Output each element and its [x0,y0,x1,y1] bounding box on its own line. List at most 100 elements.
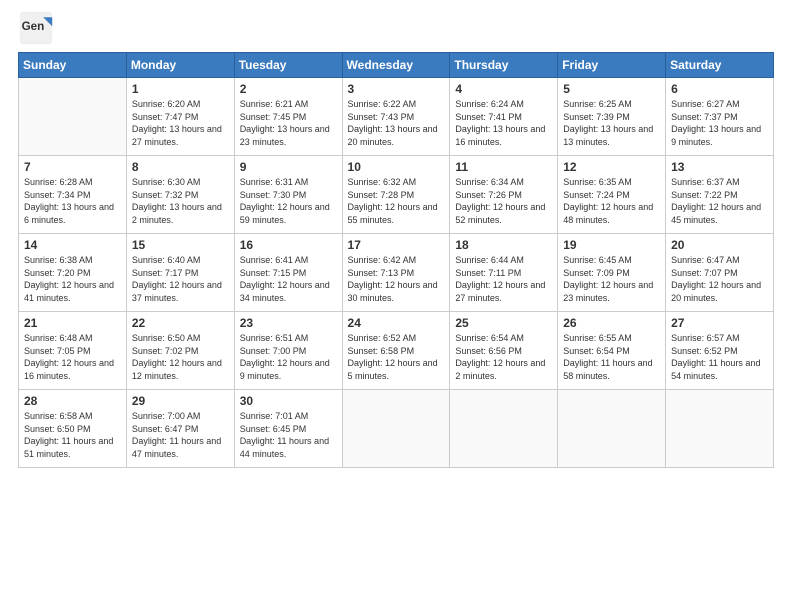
day-info: Sunrise: 6:42 AM Sunset: 7:13 PM Dayligh… [348,254,445,304]
day-info: Sunrise: 6:24 AM Sunset: 7:41 PM Dayligh… [455,98,552,148]
day-cell-25: 25Sunrise: 6:54 AM Sunset: 6:56 PM Dayli… [450,312,558,390]
day-number: 2 [240,82,337,96]
empty-cell [558,390,666,468]
day-number: 11 [455,160,552,174]
day-cell-15: 15Sunrise: 6:40 AM Sunset: 7:17 PM Dayli… [126,234,234,312]
empty-cell [666,390,774,468]
day-info: Sunrise: 6:38 AM Sunset: 7:20 PM Dayligh… [24,254,121,304]
day-info: Sunrise: 6:30 AM Sunset: 7:32 PM Dayligh… [132,176,229,226]
day-cell-2: 2 Sunrise: 6:21 AM Sunset: 7:45 PM Daylig… [234,78,342,156]
week-row-2: 7 Sunrise: 6:28 AM Sunset: 7:34 PM Daylig… [19,156,774,234]
day-info: Sunrise: 6:22 AM Sunset: 7:43 PM Dayligh… [348,98,445,148]
week-row-1: 1Sunrise: 6:20 AM Sunset: 7:47 PM Daylig… [19,78,774,156]
day-number: 23 [240,316,337,330]
week-row-4: 21 Sunrise: 6:48 AM Sunset: 7:05 PM Dayli… [19,312,774,390]
day-cell-12: 12 Sunrise: 6:35 AM Sunset: 7:24 PM Dayli… [558,156,666,234]
day-number: 20 [671,238,768,252]
day-number: 26 [563,316,660,330]
day-info: Sunrise: 6:32 AM Sunset: 7:28 PM Dayligh… [348,176,445,226]
day-info: Sunrise: 6:52 AM Sunset: 6:58 PM Dayligh… [348,332,445,382]
empty-cell [19,78,127,156]
day-cell-11: 11 Sunrise: 6:34 AM Sunset: 7:26 PM Dayli… [450,156,558,234]
day-info: Sunrise: 6:48 AM Sunset: 7:05 PM Dayligh… [24,332,121,382]
day-number: 3 [348,82,445,96]
weekday-sunday: Sunday [19,53,127,78]
day-number: 30 [240,394,337,408]
day-cell-21: 21 Sunrise: 6:48 AM Sunset: 7:05 PM Dayli… [19,312,127,390]
day-number: 6 [671,82,768,96]
week-row-3: 14Sunrise: 6:38 AM Sunset: 7:20 PM Dayli… [19,234,774,312]
empty-cell [342,390,450,468]
day-number: 17 [348,238,445,252]
day-info: Sunrise: 6:45 AM Sunset: 7:09 PM Dayligh… [563,254,660,304]
day-info: Sunrise: 6:25 AM Sunset: 7:39 PM Dayligh… [563,98,660,148]
day-number: 8 [132,160,229,174]
day-number: 16 [240,238,337,252]
day-number: 12 [563,160,660,174]
day-number: 10 [348,160,445,174]
day-cell-14: 14Sunrise: 6:38 AM Sunset: 7:20 PM Dayli… [19,234,127,312]
day-number: 15 [132,238,229,252]
day-number: 29 [132,394,229,408]
svg-text:Gen: Gen [22,20,45,33]
day-number: 5 [563,82,660,96]
day-info: Sunrise: 6:37 AM Sunset: 7:22 PM Dayligh… [671,176,768,226]
day-info: Sunrise: 6:20 AM Sunset: 7:47 PM Dayligh… [132,98,229,148]
day-cell-16: 16Sunrise: 6:41 AM Sunset: 7:15 PM Dayli… [234,234,342,312]
day-cell-10: 10 Sunrise: 6:32 AM Sunset: 7:28 PM Dayli… [342,156,450,234]
day-info: Sunrise: 6:35 AM Sunset: 7:24 PM Dayligh… [563,176,660,226]
header: Gen [18,10,774,46]
weekday-monday: Monday [126,53,234,78]
day-cell-20: 20 Sunrise: 6:47 AM Sunset: 7:07 PM Dayli… [666,234,774,312]
day-cell-19: 19 Sunrise: 6:45 AM Sunset: 7:09 PM Dayli… [558,234,666,312]
weekday-saturday: Saturday [666,53,774,78]
logo-icon: Gen [18,10,54,46]
day-number: 9 [240,160,337,174]
page: Gen SundayMondayTuesdayWednesdayThursday… [0,0,792,612]
day-cell-28: 28 Sunrise: 6:58 AM Sunset: 6:50 PM Dayli… [19,390,127,468]
day-number: 24 [348,316,445,330]
day-cell-7: 7 Sunrise: 6:28 AM Sunset: 7:34 PM Daylig… [19,156,127,234]
day-cell-26: 26 Sunrise: 6:55 AM Sunset: 6:54 PM Dayli… [558,312,666,390]
day-info: Sunrise: 6:31 AM Sunset: 7:30 PM Dayligh… [240,176,337,226]
weekday-header-row: SundayMondayTuesdayWednesdayThursdayFrid… [19,53,774,78]
day-info: Sunrise: 6:27 AM Sunset: 7:37 PM Dayligh… [671,98,768,148]
day-cell-18: 18 Sunrise: 6:44 AM Sunset: 7:11 PM Dayli… [450,234,558,312]
day-info: Sunrise: 6:47 AM Sunset: 7:07 PM Dayligh… [671,254,768,304]
day-cell-22: 22Sunrise: 6:50 AM Sunset: 7:02 PM Dayli… [126,312,234,390]
day-info: Sunrise: 6:34 AM Sunset: 7:26 PM Dayligh… [455,176,552,226]
day-info: Sunrise: 6:44 AM Sunset: 7:11 PM Dayligh… [455,254,552,304]
logo: Gen [18,10,58,46]
day-cell-24: 24 Sunrise: 6:52 AM Sunset: 6:58 PM Dayli… [342,312,450,390]
day-cell-8: 8 Sunrise: 6:30 AM Sunset: 7:32 PM Daylig… [126,156,234,234]
day-info: Sunrise: 6:57 AM Sunset: 6:52 PM Dayligh… [671,332,768,382]
day-number: 28 [24,394,121,408]
day-cell-9: 9 Sunrise: 6:31 AM Sunset: 7:30 PM Daylig… [234,156,342,234]
weekday-tuesday: Tuesday [234,53,342,78]
day-info: Sunrise: 6:55 AM Sunset: 6:54 PM Dayligh… [563,332,660,382]
day-info: Sunrise: 6:50 AM Sunset: 7:02 PM Dayligh… [132,332,229,382]
day-info: Sunrise: 7:01 AM Sunset: 6:45 PM Dayligh… [240,410,337,460]
weekday-wednesday: Wednesday [342,53,450,78]
day-info: Sunrise: 7:00 AM Sunset: 6:47 PM Dayligh… [132,410,229,460]
week-row-5: 28 Sunrise: 6:58 AM Sunset: 6:50 PM Dayli… [19,390,774,468]
day-cell-13: 13Sunrise: 6:37 AM Sunset: 7:22 PM Dayli… [666,156,774,234]
calendar-table: SundayMondayTuesdayWednesdayThursdayFrid… [18,52,774,468]
day-cell-27: 27Sunrise: 6:57 AM Sunset: 6:52 PM Dayli… [666,312,774,390]
day-number: 19 [563,238,660,252]
day-cell-17: 17 Sunrise: 6:42 AM Sunset: 7:13 PM Dayli… [342,234,450,312]
day-cell-3: 3 Sunrise: 6:22 AM Sunset: 7:43 PM Daylig… [342,78,450,156]
empty-cell [450,390,558,468]
day-cell-29: 29 Sunrise: 7:00 AM Sunset: 6:47 PM Dayli… [126,390,234,468]
day-info: Sunrise: 6:21 AM Sunset: 7:45 PM Dayligh… [240,98,337,148]
day-info: Sunrise: 6:51 AM Sunset: 7:00 PM Dayligh… [240,332,337,382]
day-number: 25 [455,316,552,330]
day-number: 18 [455,238,552,252]
day-info: Sunrise: 6:58 AM Sunset: 6:50 PM Dayligh… [24,410,121,460]
weekday-friday: Friday [558,53,666,78]
day-cell-4: 4Sunrise: 6:24 AM Sunset: 7:41 PM Daylig… [450,78,558,156]
day-number: 7 [24,160,121,174]
day-number: 21 [24,316,121,330]
day-info: Sunrise: 6:28 AM Sunset: 7:34 PM Dayligh… [24,176,121,226]
day-cell-1: 1Sunrise: 6:20 AM Sunset: 7:47 PM Daylig… [126,78,234,156]
